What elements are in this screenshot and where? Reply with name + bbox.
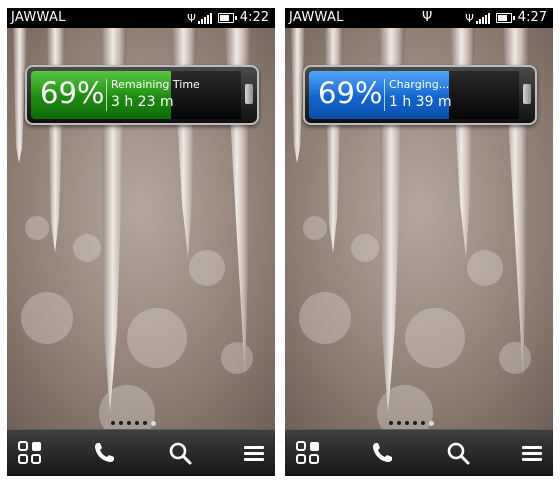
- battery-time-value: 3 h 23 m: [111, 94, 174, 110]
- apps-grid-icon[interactable]: [17, 440, 43, 466]
- carrier-name: JAWWAL: [289, 10, 344, 25]
- battery-time-value: 1 h 39 m: [389, 94, 452, 110]
- dock-bar: [285, 429, 553, 476]
- page-dot[interactable]: [119, 421, 123, 425]
- battery-terminal-icon: [523, 84, 531, 104]
- page-indicator[interactable]: [111, 420, 156, 426]
- status-bar: JAWWAL Ψ Ψ 4:27: [285, 8, 553, 28]
- page-dot[interactable]: [421, 421, 425, 425]
- search-icon[interactable]: [445, 440, 471, 466]
- menu-icon[interactable]: [519, 440, 545, 466]
- apps-grid-icon[interactable]: [295, 440, 321, 466]
- battery-percentage: 69%: [40, 76, 105, 110]
- battery-widget[interactable]: 69% Remaining Time 3 h 23 m: [25, 65, 259, 125]
- menu-icon[interactable]: [241, 440, 267, 466]
- phone-screen-left: JAWWAL Ψ 4:22 69% Remaining Time 3 h 23 …: [7, 8, 275, 476]
- search-icon[interactable]: [167, 440, 193, 466]
- dock-bar: [7, 429, 275, 476]
- phone-screen-right: JAWWAL Ψ Ψ 4:27 69% Charging... 1 h 39 m: [285, 8, 553, 476]
- carrier-name: JAWWAL: [11, 10, 66, 25]
- page-dot[interactable]: [397, 421, 401, 425]
- battery-widget[interactable]: 69% Charging... 1 h 39 m: [303, 65, 537, 125]
- page-dot[interactable]: [127, 421, 131, 425]
- battery-icon: [495, 12, 515, 23]
- battery-icon: [217, 12, 237, 23]
- page-dot[interactable]: [405, 421, 409, 425]
- page-dot-active[interactable]: [429, 420, 434, 426]
- phone-icon[interactable]: [91, 440, 117, 466]
- signal-strength-icon: Ψ: [187, 12, 212, 24]
- battery-terminal-icon: [245, 84, 253, 104]
- usb-icon: Ψ: [422, 10, 433, 25]
- clock-time: 4:27: [517, 10, 547, 25]
- signal-strength-icon: Ψ: [465, 12, 490, 24]
- page-dot[interactable]: [413, 421, 417, 425]
- battery-status-label: Remaining Time: [111, 78, 200, 91]
- page-dot-active[interactable]: [151, 420, 156, 426]
- clock-time: 4:22: [239, 10, 269, 25]
- battery-status-label: Charging...: [389, 78, 450, 91]
- phone-icon[interactable]: [369, 440, 395, 466]
- page-dot[interactable]: [389, 421, 393, 425]
- status-bar: JAWWAL Ψ 4:22: [7, 8, 275, 28]
- page-dot[interactable]: [111, 421, 115, 425]
- page-dot[interactable]: [143, 421, 147, 425]
- page-dot[interactable]: [135, 421, 139, 425]
- battery-percentage: 69%: [318, 76, 383, 110]
- page-indicator[interactable]: [389, 420, 434, 426]
